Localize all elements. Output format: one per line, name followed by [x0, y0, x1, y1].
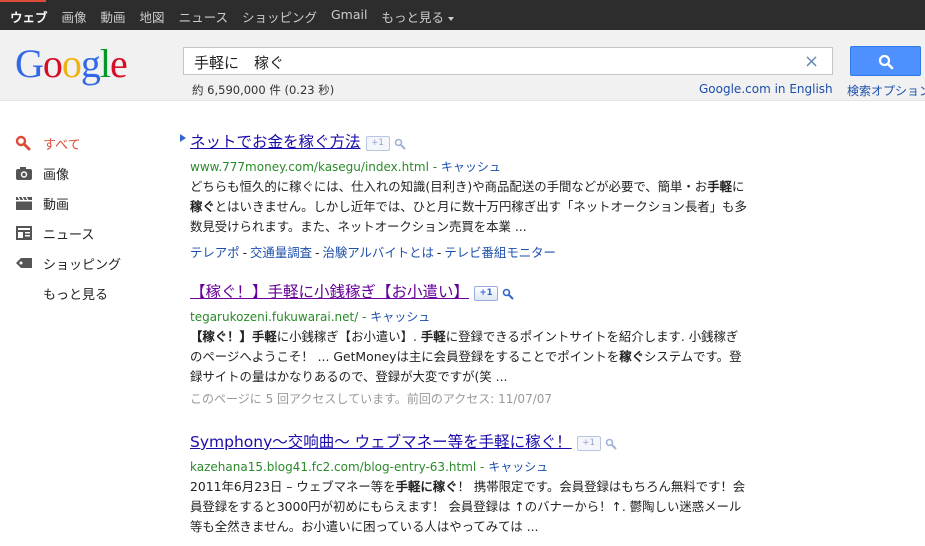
visit-history: このページに 5 回アクセスしています。前回のアクセス: 11/07/07	[190, 392, 553, 406]
sitelink[interactable]: 治験アルバイトとは	[322, 245, 433, 260]
search-box: ×	[183, 47, 833, 75]
topnav-more[interactable]: もっと見る	[381, 7, 454, 26]
active-indicator	[0, 0, 46, 2]
plus-one-button[interactable]: +1	[576, 436, 601, 451]
search-icon	[15, 135, 35, 151]
topnav-images[interactable]: 画像	[62, 7, 87, 26]
leftnav-shopping[interactable]: ショッピング	[15, 248, 121, 278]
snippet-highlight: 稼ぐ	[619, 349, 644, 364]
clear-icon[interactable]: ×	[804, 51, 819, 72]
result-url-text: tegarukozeni.fukuwarai.net/	[190, 310, 359, 324]
tag-icon	[15, 255, 35, 271]
snippet-highlight: 【稼ぐ！】手軽	[190, 329, 277, 344]
english-link[interactable]: Google.com in English	[699, 82, 833, 96]
newspaper-icon	[15, 225, 35, 241]
leftnav-label: すべて	[43, 137, 81, 153]
leftnav-news[interactable]: ニュース	[15, 218, 121, 248]
leftnav-images[interactable]: 画像	[15, 158, 121, 188]
plus-one-button[interactable]: +1	[365, 136, 390, 151]
search-header: Google × 約 6,590,000 件 (0.23 秒) Google.c…	[0, 30, 925, 101]
search-result: 【稼ぐ！】手軽に小銭稼ぎ【お小遣い】 +1 tegarukozeni.fukuwa…	[190, 280, 750, 430]
topnav-shopping[interactable]: ショッピング	[242, 7, 317, 26]
topnav-web[interactable]: ウェブ	[10, 7, 48, 26]
snippet-highlight: 手軽	[420, 329, 446, 344]
snippet-highlight: 手軽	[707, 179, 732, 194]
magnify-icon[interactable]	[394, 138, 406, 150]
advanced-search-link[interactable]: 検索オプション	[847, 82, 925, 99]
chevron-down-icon	[447, 16, 454, 21]
cache-link[interactable]: キャッシュ	[370, 310, 430, 324]
result-url-text: kazehana15.blog41.fc2.com/blog-entry-63.…	[190, 460, 477, 474]
camera-icon	[15, 165, 35, 181]
result-pointer-icon	[180, 134, 186, 142]
topnav-videos[interactable]: 動画	[101, 7, 126, 26]
snippet-text: に小銭稼ぎ【お小遣い】.	[276, 329, 421, 344]
search-input[interactable]	[192, 51, 796, 73]
result-snippet: 【稼ぐ！】手軽に小銭稼ぎ【お小遣い】. 手軽に登録できるポイントサイトを紹介しま…	[190, 327, 750, 387]
topnav-gmail[interactable]: Gmail	[331, 7, 367, 26]
search-result: ネットでお金を稼ぐ方法 +1 www.777money.com/kasegu/in…	[180, 130, 750, 280]
sitelinks: テレアポ - 交通量調査 - 治験アルバイトとは - テレビ番組モニター	[190, 245, 556, 260]
top-nav: ウェブ 画像 動画 地図 ニュース ショッピング Gmail もっと見る	[10, 7, 468, 26]
leftnav-label: 画像	[43, 167, 70, 183]
leftnav-label: ショッピング	[43, 257, 122, 273]
search-results: ネットでお金を稼ぐ方法 +1 www.777money.com/kasegu/in…	[180, 130, 750, 537]
snippet-highlight: 稼ぐ	[190, 199, 215, 214]
result-url: kazehana15.blog41.fc2.com/blog-entry-63.…	[190, 460, 549, 474]
snippet-highlight: 手軽に稼ぐ	[395, 479, 458, 494]
leftnav-videos[interactable]: 動画	[15, 188, 121, 218]
leftnav-label: もっと見る	[43, 287, 109, 303]
snippet-text: に	[731, 179, 745, 194]
cache-link[interactable]: キャッシュ	[488, 460, 548, 474]
leftnav-all[interactable]: すべて	[15, 128, 121, 158]
magnify-icon[interactable]	[502, 288, 514, 300]
result-snippet: 2011年6月23日 – ウェブマネー等を手軽に稼ぐ！ 携帯限定です。会員登録は…	[190, 477, 750, 537]
sitelink[interactable]: テレアポ	[190, 245, 240, 260]
snippet-text: どちらも恒久的に稼ぐには、仕入れの知識(目利き)や商品配送の手間などが必要で、簡…	[190, 179, 708, 194]
leftnav-label: ニュース	[43, 227, 95, 243]
google-logo[interactable]: Google	[15, 42, 128, 86]
topnav-maps[interactable]: 地図	[140, 7, 165, 26]
result-url: tegarukozeni.fukuwarai.net/ - キャッシュ	[190, 310, 431, 324]
result-stats: 約 6,590,000 件 (0.23 秒)	[192, 83, 335, 97]
result-url-text: www.777money.com/kasegu/index.html	[190, 160, 429, 174]
result-snippet: どちらも恒久的に稼ぐには、仕入れの知識(目利き)や商品配送の手間などが必要で、簡…	[190, 177, 750, 237]
cache-link[interactable]: キャッシュ	[441, 160, 501, 174]
result-title-link[interactable]: ネットでお金を稼ぐ方法	[190, 133, 361, 151]
result-title-link[interactable]: Symphony～交响曲～ ウェブマネー等を手軽に稼ぐ！	[190, 433, 572, 451]
magnify-icon[interactable]	[605, 438, 617, 450]
search-icon	[878, 54, 894, 70]
plus-one-button[interactable]: +1	[474, 286, 499, 301]
left-nav: すべて 画像 動画 ニュース ショッピング もっと見る	[15, 128, 121, 308]
top-bar: ウェブ 画像 動画 地図 ニュース ショッピング Gmail もっと見る	[0, 0, 925, 30]
topnav-more-label: もっと見る	[381, 10, 444, 25]
search-button[interactable]	[850, 46, 921, 76]
topnav-news[interactable]: ニュース	[179, 7, 228, 26]
snippet-text: とはいきません。しかし近年では、ひと月に数十万円稼ぎ出す「ネットオークション長者…	[190, 199, 747, 234]
sitelink[interactable]: テレビ番組モニター	[444, 245, 556, 260]
leftnav-label: 動画	[43, 197, 70, 213]
leftnav-more[interactable]: もっと見る	[15, 278, 121, 308]
result-title-link[interactable]: 【稼ぐ！】手軽に小銭稼ぎ【お小遣い】	[190, 283, 469, 301]
film-icon	[15, 195, 35, 211]
sitelink[interactable]: 交通量調査	[250, 245, 312, 260]
result-url: www.777money.com/kasegu/index.html - キャッ…	[190, 160, 501, 174]
snippet-text: 2011年6月23日 – ウェブマネー等を	[190, 479, 396, 494]
search-result: Symphony～交响曲～ ウェブマネー等を手軽に稼ぐ！ +1 kazehana1…	[190, 430, 750, 537]
